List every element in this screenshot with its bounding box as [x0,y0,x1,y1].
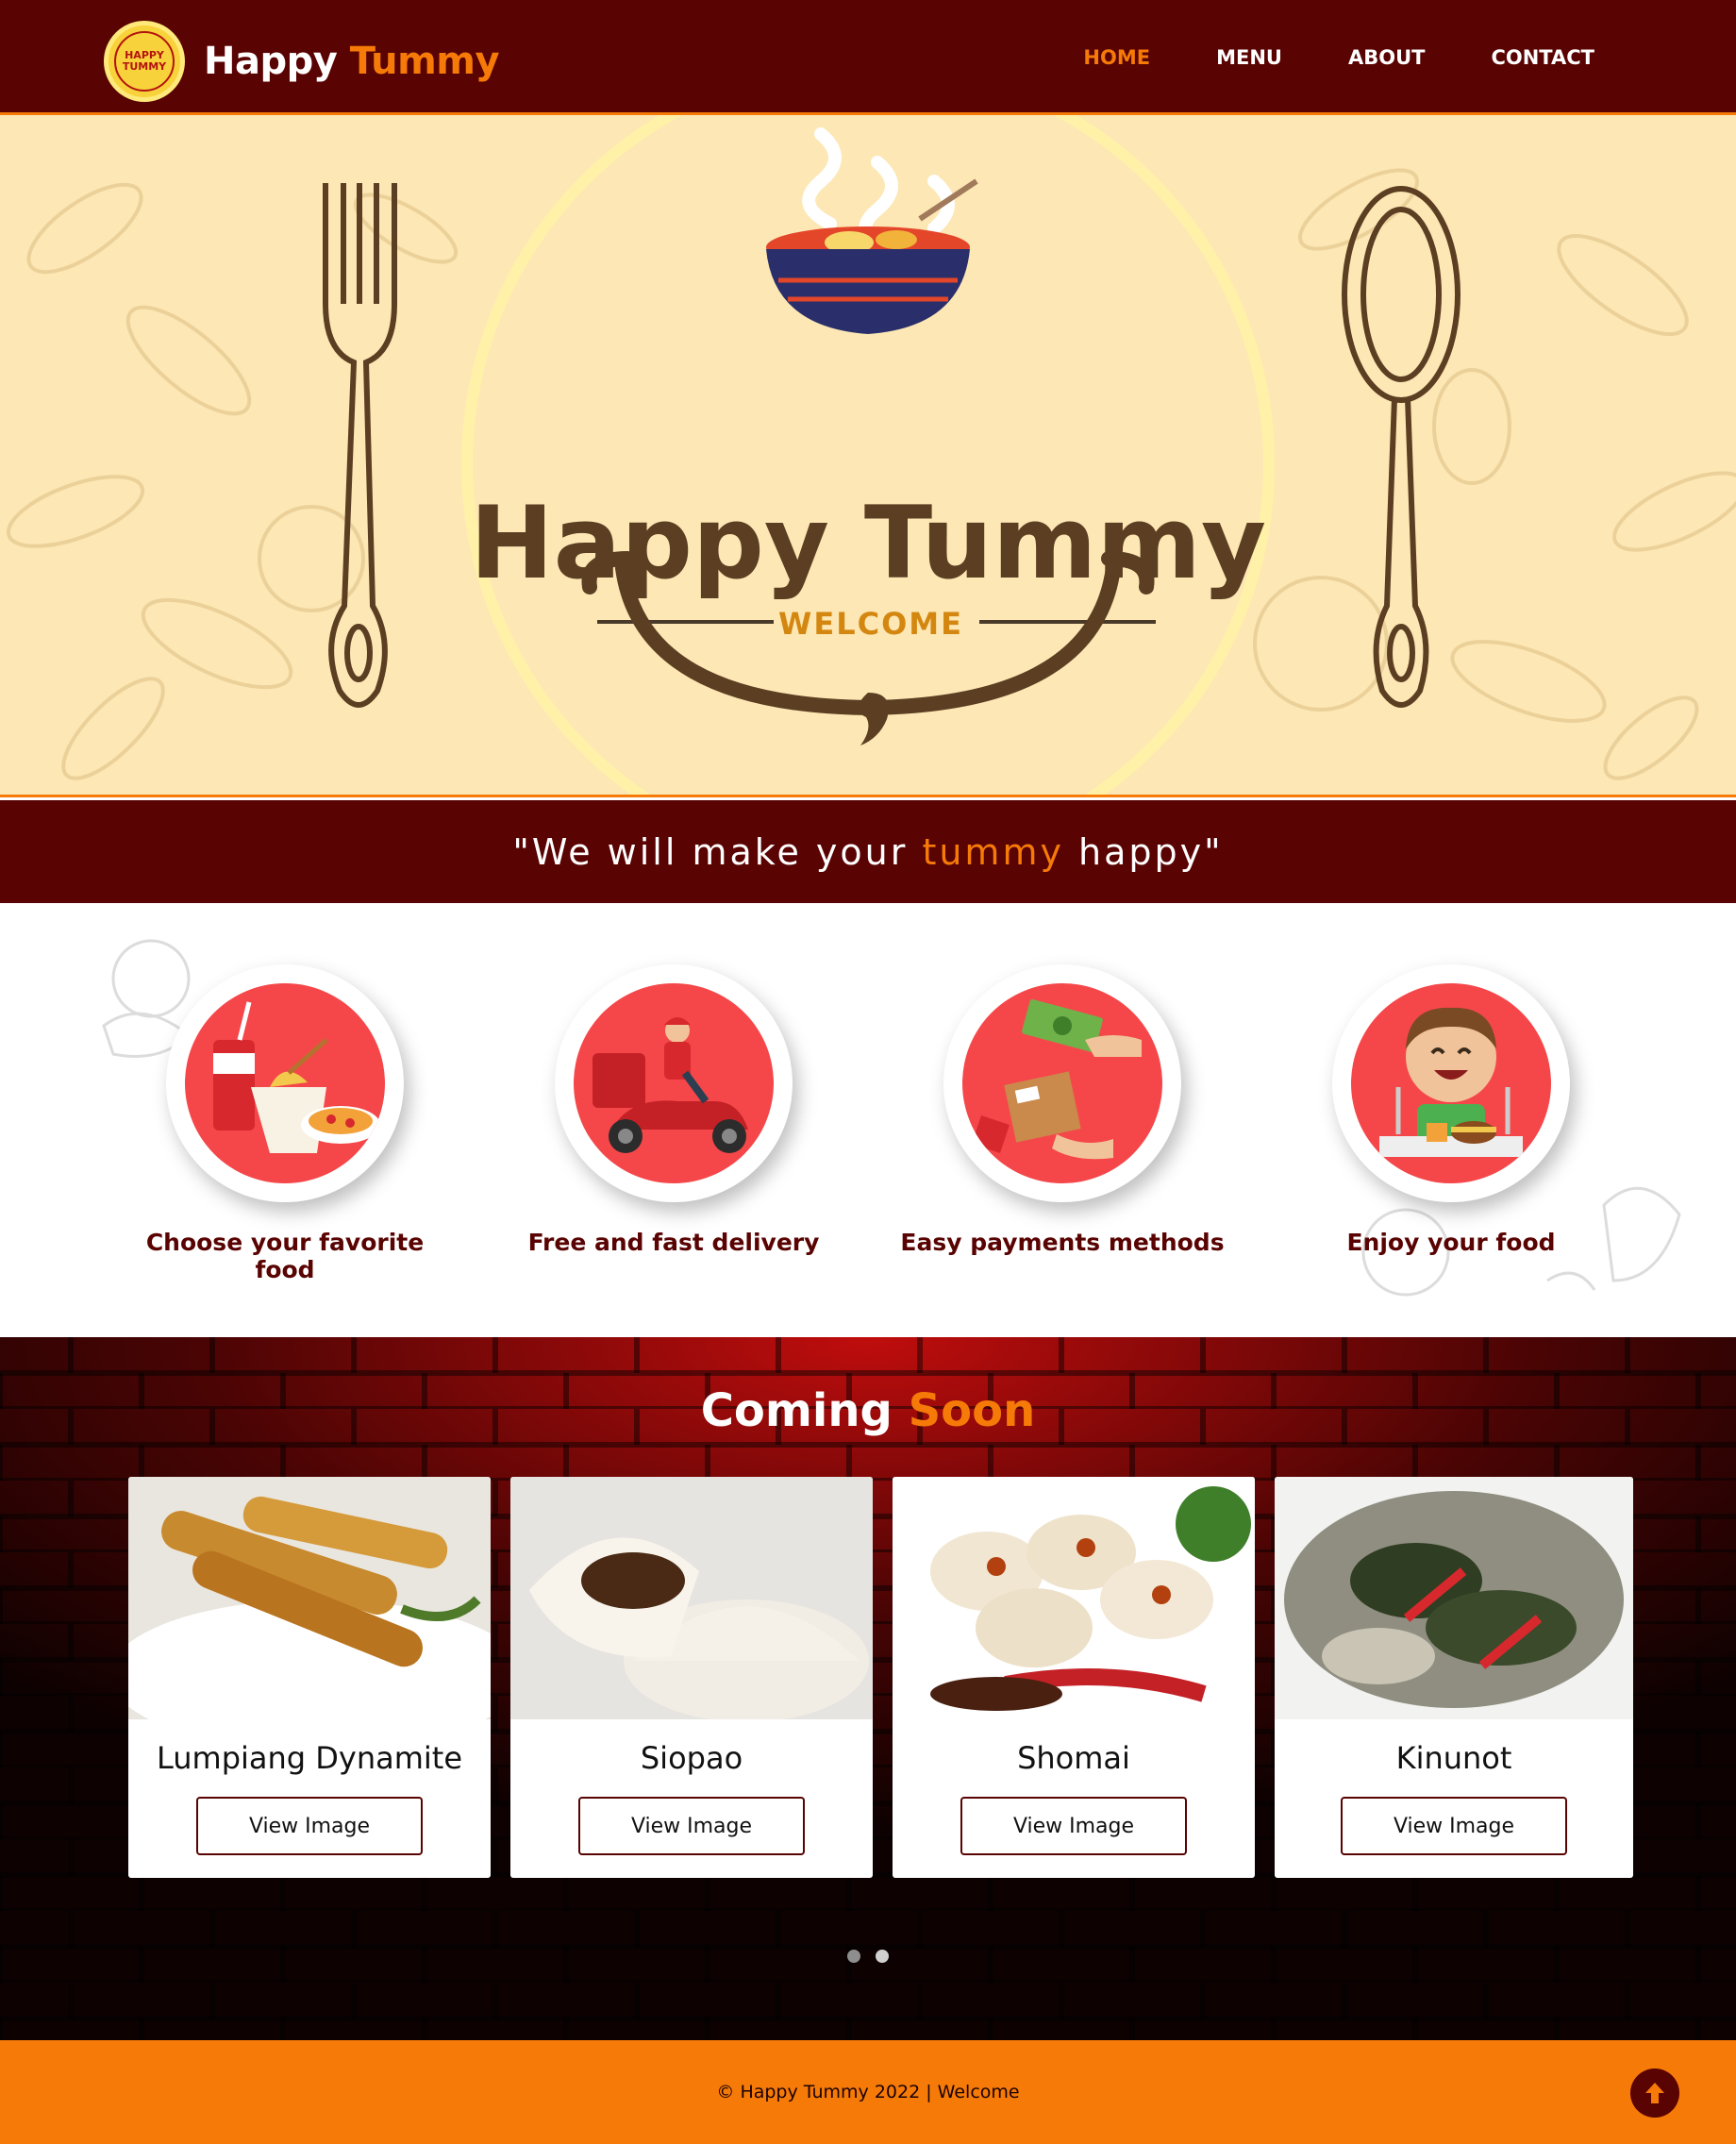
feature-label: Choose your favorite food [145,1229,425,1283]
shomai-image [893,1477,1255,1719]
nav-link-menu[interactable]: MENU [1216,46,1282,69]
view-image-button[interactable]: View Image [196,1797,423,1855]
card-name: Kinunot [1395,1740,1512,1776]
carousel-indicators [0,1950,1736,1963]
nav-link-home[interactable]: HOME [1083,46,1150,69]
brand[interactable]: HAPPY TUMMY Happy Tummy [104,21,500,102]
back-to-top-button[interactable] [1630,2069,1679,2118]
spoon-icon [1342,186,1461,708]
menu-card-shomai: Shomai View Image [893,1477,1255,1878]
nav-links: HOME MENU ABOUT CONTACT [1017,0,1594,115]
menu-card-lumpiang: Lumpiang Dynamite View Image [128,1477,491,1878]
card-name: Shomai [1017,1740,1130,1776]
feature-circle [1332,964,1570,1202]
brand-logo: HAPPY TUMMY [104,21,185,102]
carousel-dot-2[interactable] [876,1950,889,1963]
fork-icon [323,183,397,708]
payment-exchange-icon [962,983,1162,1183]
coming-soon-title: Coming Soon [0,1384,1736,1437]
view-image-button[interactable]: View Image [1341,1797,1567,1855]
view-image-button[interactable]: View Image [960,1797,1187,1855]
nav-link-about[interactable]: ABOUT [1348,46,1426,69]
tagline-accent: tummy [922,830,1064,873]
feature-easy-payments: Easy payments methods [893,964,1232,1256]
logo-text-bottom: TUMMY [122,60,167,73]
brand-name-second: Tummy [349,40,500,83]
soup-bowl-icon [766,178,978,334]
coming-soon-title-first: Coming [700,1384,893,1437]
navbar: HAPPY TUMMY Happy Tummy HOME MENU ABOUT … [0,0,1736,115]
footer-copyright: © Happy Tummy 2022 | Welcome [716,2082,1020,2102]
coming-soon-title-second: Soon [908,1384,1036,1437]
tagline-before: "We will make your [512,830,923,873]
menu-card-kinunot: Kinunot View Image [1275,1477,1633,1878]
feature-circle [555,964,793,1202]
feature-fast-delivery: Free and fast delivery [504,964,843,1256]
features-section: Choose your favorite food Free and fast … [0,903,1736,1337]
brand-logo-badge: HAPPY TUMMY [114,31,175,92]
hero-banner: Happy Tummy WELCOME [0,115,1736,797]
tagline-after: happy" [1063,830,1224,873]
hero-illustration: Happy Tummy WELCOME [6,115,1736,795]
comma-mark [858,693,889,745]
brand-name: Happy Tummy [204,40,500,83]
tagline: "We will make your tummy happy" [0,800,1736,903]
food-combo-icon [185,983,385,1183]
view-image-button[interactable]: View Image [578,1797,805,1855]
feature-enjoy-food: Enjoy your food [1281,964,1621,1256]
feature-choose-food: Choose your favorite food [115,964,455,1283]
menu-card-siopao: Siopao View Image [510,1477,873,1878]
feature-circle [166,964,404,1202]
feature-circle [943,964,1181,1202]
coming-soon-section: Coming Soon Lumpiang Dynamite View Image… [0,1337,1736,2040]
siopao-image [510,1477,873,1719]
card-name: Lumpiang Dynamite [156,1740,463,1776]
feature-label: Free and fast delivery [527,1229,820,1256]
carousel-dot-1[interactable] [847,1950,860,1963]
happy-eater-icon [1351,983,1551,1183]
hero-subtitle: WELCOME [778,606,963,642]
feature-label: Easy payments methods [900,1229,1225,1256]
card-name: Siopao [640,1740,743,1776]
kinunot-image [1275,1477,1633,1719]
lumpiang-image [128,1477,491,1719]
nav-link-contact[interactable]: CONTACT [1491,46,1594,69]
footer: © Happy Tummy 2022 | Welcome [0,2040,1736,2144]
feature-label: Enjoy your food [1346,1229,1556,1256]
brand-name-first: Happy [204,40,338,83]
delivery-scooter-icon [574,983,774,1183]
arrow-up-icon [1645,2083,1664,2103]
